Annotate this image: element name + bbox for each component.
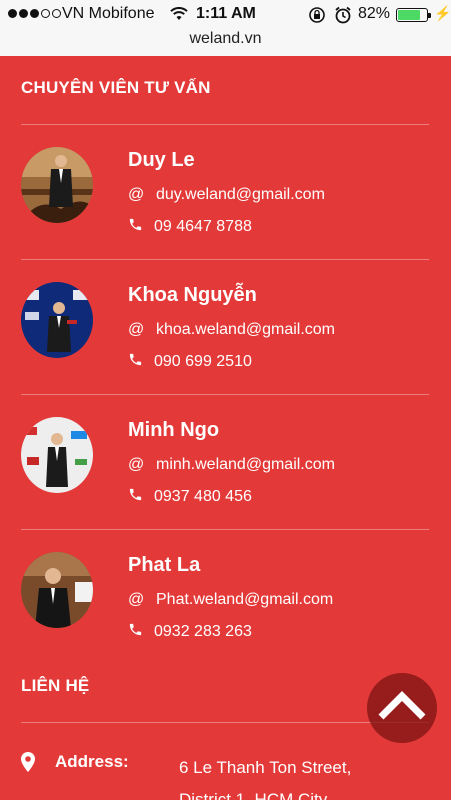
phone-icon [128,487,154,507]
email-link[interactable]: @ Phat.weland@gmail.com [128,591,333,609]
consultant-name: Minh Ngo [128,419,220,441]
consultant-phone: 0937 480 456 [154,488,252,506]
phone-icon [128,622,154,642]
divider [21,394,429,395]
divider [21,529,429,530]
address-bar-url[interactable]: weland.vn [0,30,451,48]
ios-status-bar: VN Mobifone 1:11 AM 82% ⚡ weland.vn [0,0,451,56]
phone-icon [128,352,154,372]
consultant-card: Minh Ngo @ minh.weland@gmail.com 0937 480… [21,417,429,537]
phone-link[interactable]: 0937 480 456 [128,487,252,507]
alarm-icon [335,6,351,24]
avatar [21,417,93,493]
location-pin-icon [21,752,35,772]
avatar [21,147,93,223]
battery-icon [396,8,431,22]
carrier-name: VN Mobifone [62,5,155,22]
consultant-name: Duy Le [128,149,195,171]
phone-link[interactable]: 090 699 2510 [128,352,252,372]
consultant-card: Duy Le @ duy.weland@gmail.com 09 4647 878… [21,147,429,267]
consultant-phone: 09 4647 8788 [154,218,252,236]
address-value: 6 Le Thanh Ton Street, District 1, HCM C… [179,752,351,800]
phone-icon [128,217,154,237]
avatar [21,282,93,358]
consultant-phone: 090 699 2510 [154,353,252,371]
email-link[interactable]: @ minh.weland@gmail.com [128,456,335,474]
scroll-to-top-button[interactable] [367,673,437,743]
consultants-title: CHUYÊN VIÊN TƯ VẤN [21,78,211,97]
rotation-lock-icon [309,7,325,23]
email-link[interactable]: @ duy.weland@gmail.com [128,186,325,204]
at-icon: @ [128,591,145,608]
consultant-email: Phat.weland@gmail.com [156,591,334,608]
at-icon: @ [128,456,145,473]
consultant-card: Phat La @ Phat.weland@gmail.com 0932 283 … [21,552,429,672]
address-label: Address: [55,752,129,771]
contact-title: LIÊN HỆ [21,676,90,695]
phone-link[interactable]: 0932 283 263 [128,622,252,642]
signal-strength-icon [8,9,61,18]
consultant-name: Phat La [128,554,201,576]
consultant-email: minh.weland@gmail.com [156,456,335,473]
address-line: District 1, HCM City [179,790,328,800]
phone-link[interactable]: 09 4647 8788 [128,217,252,237]
battery-percent: 82% [358,5,391,22]
status-time: 1:11 AM [196,5,256,22]
chevron-up-icon [378,691,426,720]
consultant-email: duy.weland@gmail.com [156,186,325,203]
divider [21,124,429,125]
consultant-card: Khoa Nguyễn @ khoa.weland@gmail.com 090 6… [21,282,429,402]
wifi-icon [170,7,188,20]
avatar [21,552,93,628]
consultant-phone: 0932 283 263 [154,623,252,641]
charging-bolt-icon: ⚡ [434,5,451,21]
at-icon: @ [128,321,145,338]
divider [21,259,429,260]
consultant-name: Khoa Nguyễn [128,284,257,306]
consultant-email: khoa.weland@gmail.com [156,321,335,338]
at-icon: @ [128,186,145,203]
email-link[interactable]: @ khoa.weland@gmail.com [128,321,335,339]
address-line: 6 Le Thanh Ton Street, [179,758,352,777]
